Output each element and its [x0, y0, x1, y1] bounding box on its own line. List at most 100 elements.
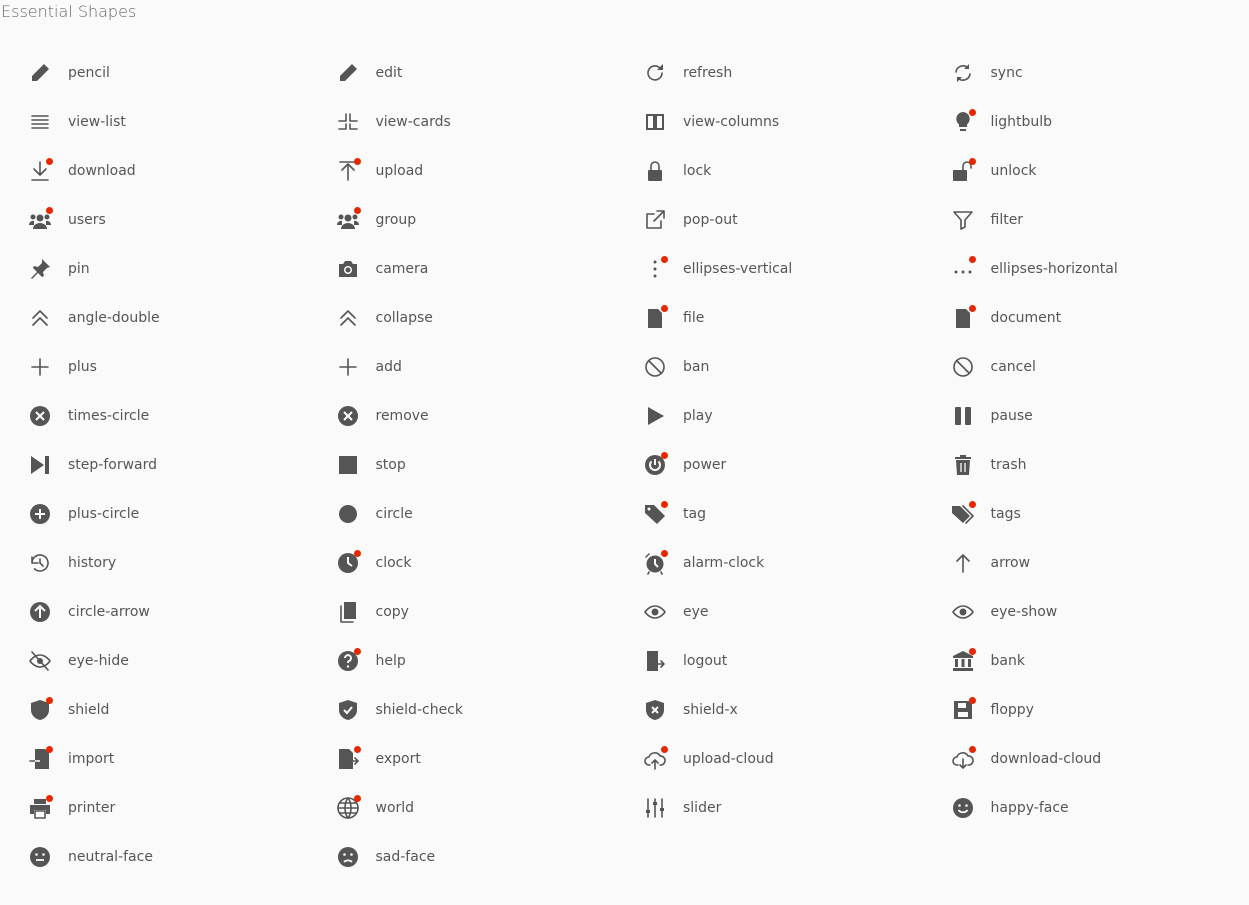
icon-label: cancel — [990, 358, 1036, 375]
icon-item-eye: eye — [643, 587, 951, 636]
icon-item-pin: pin — [28, 244, 336, 293]
icon-label: pause — [990, 407, 1033, 424]
pencil-icon — [336, 61, 360, 85]
page-title: Essential Shapes — [1, 2, 137, 21]
icon-label: unlock — [990, 162, 1037, 179]
icon-item-refresh: refresh — [643, 48, 951, 97]
icon-item-printer: printer — [28, 783, 336, 832]
badge-dot — [968, 500, 976, 508]
badge-dot — [353, 794, 361, 802]
icon-label: printer — [68, 799, 116, 816]
eye-icon — [643, 600, 667, 624]
icon-label: shield — [68, 701, 110, 718]
icon-item-history: history — [28, 538, 336, 587]
pause-icon — [951, 404, 975, 428]
icon-item-floppy: floppy — [951, 685, 1249, 734]
icon-label: eye — [683, 603, 709, 620]
icon-label: group — [375, 211, 417, 228]
help-icon — [336, 647, 361, 673]
icon-label: neutral-face — [68, 848, 153, 865]
icon-item-upload-cloud: upload-cloud — [643, 734, 951, 783]
icon-label: view-columns — [683, 113, 780, 130]
icon-label: pin — [68, 260, 90, 277]
badge-dot — [968, 745, 976, 753]
badge-dot — [46, 794, 53, 802]
trash-icon — [951, 453, 975, 477]
badge-dot — [968, 696, 976, 704]
icon-item-cancel: cancel — [951, 342, 1249, 391]
pin-icon — [28, 257, 52, 281]
icon-label: stop — [375, 456, 406, 473]
icon-label: floppy — [990, 701, 1034, 718]
badge-dot — [661, 549, 668, 557]
pop-out-icon — [643, 208, 667, 232]
icon-item-lightbulb: lightbulb — [951, 97, 1249, 146]
file-icon — [951, 304, 976, 330]
icon-label: copy — [375, 603, 409, 620]
icon-label: clock — [375, 554, 412, 571]
eye-icon — [951, 600, 975, 624]
icon-item-tag: tag — [643, 489, 951, 538]
world-icon — [336, 794, 361, 820]
badge-dot — [353, 206, 361, 214]
icon-label: edit — [375, 64, 403, 81]
icon-item-filter: filter — [951, 195, 1249, 244]
ellipses-vertical-icon — [643, 255, 668, 281]
play-icon — [643, 404, 667, 428]
plus-circle-icon — [28, 502, 52, 526]
icon-item-pause: pause — [951, 391, 1249, 440]
view-list-icon — [28, 110, 52, 134]
badge-dot — [968, 157, 976, 165]
icon-item-download-cloud: download-cloud — [951, 734, 1249, 783]
icon-item-power: power — [643, 440, 951, 489]
tags-icon — [951, 500, 976, 526]
stop-icon — [336, 453, 360, 477]
badge-dot — [968, 647, 976, 655]
slider-icon — [643, 796, 667, 820]
icon-item-eye-show: eye-show — [951, 587, 1249, 636]
times-circle-icon — [28, 404, 52, 428]
icon-item-export: export — [336, 734, 644, 783]
download-cloud-icon — [951, 745, 976, 771]
icon-item-stop: stop — [336, 440, 644, 489]
icon-label: world — [375, 799, 415, 816]
icon-item-alarm-clock: alarm-clock — [643, 538, 951, 587]
shield-icon — [28, 696, 53, 722]
view-cards-icon — [336, 110, 360, 134]
icon-item-pencil: pencil — [28, 48, 336, 97]
icon-item-import: import — [28, 734, 336, 783]
icon-label: sync — [990, 64, 1023, 81]
copy-icon — [336, 600, 360, 624]
download-icon — [28, 157, 53, 183]
icon-label: import — [68, 750, 115, 767]
icon-label: add — [375, 358, 402, 375]
icon-label: tags — [990, 505, 1021, 522]
plus-icon — [28, 355, 52, 379]
icon-item-view-list: view-list — [28, 97, 336, 146]
icon-label: trash — [990, 456, 1027, 473]
badge-dot — [46, 157, 53, 165]
icon-label: download — [68, 162, 136, 179]
unlock-icon — [951, 157, 976, 183]
icon-label: circle-arrow — [68, 603, 150, 620]
icon-label: logout — [683, 652, 728, 669]
icon-item-download: download — [28, 146, 336, 195]
icon-grid: pencil edit refresh sync view-list view-cards… — [28, 48, 1249, 881]
icon-label: arrow — [990, 554, 1031, 571]
icon-item-add: add — [336, 342, 644, 391]
shield-x-icon — [643, 698, 667, 722]
icon-item-document: document — [951, 293, 1249, 342]
badge-dot — [968, 304, 976, 312]
icon-label: play — [683, 407, 713, 424]
icon-label: slider — [683, 799, 722, 816]
icon-label: export — [375, 750, 421, 767]
badge-dot — [661, 304, 668, 312]
icon-item-happy-face: happy-face — [951, 783, 1249, 832]
icon-label: view-cards — [375, 113, 451, 130]
icon-item-edit: edit — [336, 48, 644, 97]
logout-icon — [643, 649, 667, 673]
icon-label: camera — [375, 260, 429, 277]
icon-label: ban — [683, 358, 710, 375]
icon-item-sync: sync — [951, 48, 1249, 97]
icon-item-shield: shield — [28, 685, 336, 734]
